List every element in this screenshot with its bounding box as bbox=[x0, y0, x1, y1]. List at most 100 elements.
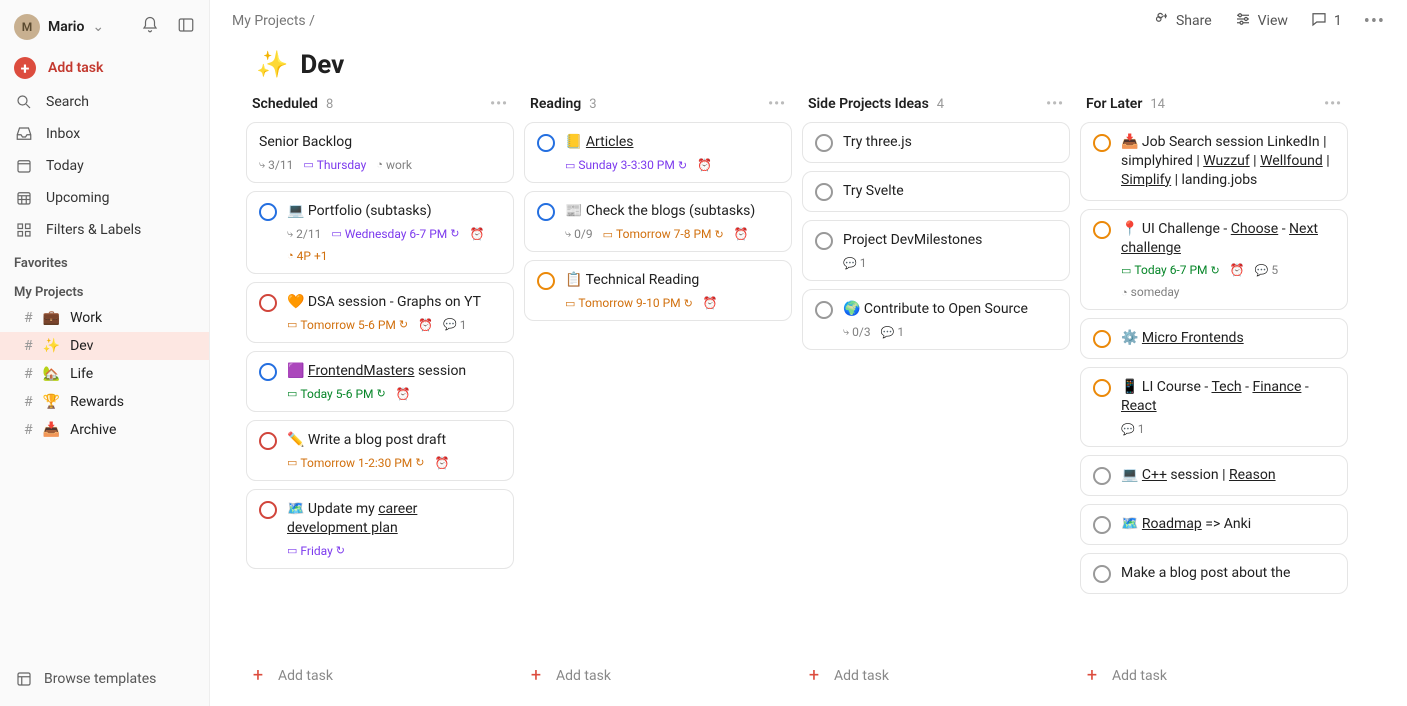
comment-count: 💬 1 bbox=[443, 318, 466, 332]
board-column: Side Projects Ideas 4 ••• Try three.js T… bbox=[802, 96, 1070, 696]
task-checkbox[interactable] bbox=[259, 501, 277, 519]
add-task-in-column[interactable]: + Add task bbox=[1080, 655, 1348, 696]
nav-today[interactable]: Today bbox=[0, 150, 209, 182]
task-checkbox[interactable] bbox=[1093, 467, 1111, 485]
task-checkbox[interactable] bbox=[815, 301, 833, 319]
task-checkbox[interactable] bbox=[1093, 134, 1111, 152]
task-card[interactable]: ✏️ Write a blog post draft ▭ Tomorrow 1-… bbox=[246, 420, 514, 481]
browse-templates[interactable]: Browse templates bbox=[0, 660, 209, 698]
bell-icon[interactable] bbox=[141, 16, 159, 38]
hash-icon: # bbox=[24, 366, 33, 382]
task-checkbox[interactable] bbox=[815, 134, 833, 152]
add-task-in-column[interactable]: + Add task bbox=[246, 655, 514, 696]
task-card[interactable]: 📰 Check the blogs (subtasks) ⤷0/9▭ Tomor… bbox=[524, 191, 792, 252]
task-card[interactable]: ⚙️ Micro Frontends bbox=[1080, 318, 1348, 359]
view-button[interactable]: View bbox=[1234, 10, 1288, 32]
task-card[interactable]: 📱 LI Course - Tech - Finance - React 💬 1 bbox=[1080, 367, 1348, 447]
task-title: 📒 Articles bbox=[565, 133, 634, 152]
task-checkbox[interactable] bbox=[537, 272, 555, 290]
task-card[interactable]: Try three.js bbox=[802, 122, 1070, 163]
share-button[interactable]: Share bbox=[1152, 10, 1212, 32]
task-card[interactable]: Senior Backlog ⤷3/11▭ Thursday◔ work bbox=[246, 122, 514, 183]
task-meta: ▭ Today 6-7 PM ↻⏰💬 5◔ someday bbox=[1093, 263, 1335, 299]
plus-icon: + bbox=[528, 665, 544, 686]
task-checkbox[interactable] bbox=[815, 232, 833, 250]
column-menu[interactable]: ••• bbox=[768, 96, 786, 112]
project-name: Archive bbox=[70, 422, 116, 438]
task-meta: ▭ Today 5-6 PM ↻⏰ bbox=[259, 387, 501, 401]
task-card[interactable]: 🗺️ Update my career development plan ▭ F… bbox=[246, 489, 514, 569]
task-meta: ⤷0/3💬 1 bbox=[815, 325, 1057, 339]
task-checkbox[interactable] bbox=[259, 363, 277, 381]
page-title[interactable]: Dev bbox=[300, 50, 344, 80]
breadcrumb[interactable]: My Projects / bbox=[232, 13, 315, 29]
nav-label: Today bbox=[46, 158, 84, 174]
nav-upcoming[interactable]: Upcoming bbox=[0, 182, 209, 214]
favorites-header[interactable]: Favorites bbox=[0, 246, 209, 275]
task-card[interactable]: Make a blog post about the bbox=[1080, 553, 1348, 594]
project-item[interactable]: #🏆 Rewards bbox=[0, 388, 209, 416]
reminder-icon: ⏰ bbox=[435, 456, 450, 470]
project-name: Life bbox=[70, 366, 93, 382]
project-item[interactable]: #✨ Dev bbox=[0, 332, 209, 360]
task-checkbox[interactable] bbox=[537, 134, 555, 152]
reminder-icon: ⏰ bbox=[1230, 263, 1245, 277]
project-item[interactable]: #📥 Archive bbox=[0, 416, 209, 444]
project-item[interactable]: #💼 Work bbox=[0, 304, 209, 332]
projects-header[interactable]: My Projects bbox=[0, 275, 209, 304]
column-header[interactable]: Side Projects Ideas 4 ••• bbox=[802, 96, 1070, 122]
task-card[interactable]: Try Svelte bbox=[802, 171, 1070, 212]
due-date: ▭ Tomorrow 9-10 PM ↻ bbox=[565, 296, 693, 310]
task-checkbox[interactable] bbox=[259, 432, 277, 450]
due-date: ▭ Sunday 3-3:30 PM ↻ bbox=[565, 158, 687, 172]
sidebar-toggle-icon[interactable] bbox=[177, 16, 195, 38]
nav-filters[interactable]: Filters & Labels bbox=[0, 214, 209, 246]
comments-button[interactable]: 1 bbox=[1310, 10, 1342, 32]
task-checkbox[interactable] bbox=[259, 203, 277, 221]
card-list: Try three.js Try Svelte Project DevMiles… bbox=[802, 122, 1070, 655]
template-icon bbox=[14, 670, 34, 688]
column-header[interactable]: For Later 14 ••• bbox=[1080, 96, 1348, 122]
due-date: ▭ Tomorrow 5-6 PM ↻ bbox=[287, 318, 408, 332]
reminder-icon: ⏰ bbox=[734, 227, 749, 241]
add-task-in-column[interactable]: + Add task bbox=[802, 655, 1070, 696]
task-checkbox[interactable] bbox=[1093, 565, 1111, 583]
column-header[interactable]: Reading 3 ••• bbox=[524, 96, 792, 122]
task-card[interactable]: 💻 C++ session | Reason bbox=[1080, 455, 1348, 496]
more-menu[interactable]: ••• bbox=[1364, 11, 1385, 32]
task-card[interactable]: 📒 Articles ▭ Sunday 3-3:30 PM ↻⏰ bbox=[524, 122, 792, 183]
user-menu[interactable]: M Mario ⌄ bbox=[0, 8, 209, 50]
task-card[interactable]: 🌍 Contribute to Open Source ⤷0/3💬 1 bbox=[802, 289, 1070, 350]
column-name: Reading bbox=[530, 96, 581, 112]
task-card[interactable]: 📋 Technical Reading ▭ Tomorrow 9-10 PM ↻… bbox=[524, 260, 792, 321]
task-checkbox[interactable] bbox=[1093, 330, 1111, 348]
column-menu[interactable]: ••• bbox=[1324, 96, 1342, 112]
column-menu[interactable]: ••• bbox=[1046, 96, 1064, 112]
nav-inbox[interactable]: Inbox bbox=[0, 118, 209, 150]
search-icon bbox=[14, 93, 34, 111]
plus-icon: + bbox=[14, 57, 36, 79]
task-checkbox[interactable] bbox=[1093, 221, 1111, 239]
task-card[interactable]: 🧡 DSA session - Graphs on YT ▭ Tomorrow … bbox=[246, 282, 514, 343]
add-task-in-column[interactable]: + Add task bbox=[524, 655, 792, 696]
task-checkbox[interactable] bbox=[1093, 379, 1111, 397]
nav-label: Upcoming bbox=[46, 190, 110, 206]
nav-search[interactable]: Search bbox=[0, 86, 209, 118]
task-card[interactable]: 📍 UI Challenge - Choose - Next challenge… bbox=[1080, 209, 1348, 311]
task-checkbox[interactable] bbox=[537, 203, 555, 221]
add-task-button[interactable]: + Add task bbox=[0, 50, 209, 86]
column-menu[interactable]: ••• bbox=[490, 96, 508, 112]
task-checkbox[interactable] bbox=[259, 294, 277, 312]
task-card[interactable]: Project DevMilestones 💬 1 bbox=[802, 220, 1070, 281]
user-name: Mario bbox=[48, 19, 84, 35]
task-title: 🗺️ Roadmap => Anki bbox=[1121, 515, 1251, 534]
column-header[interactable]: Scheduled 8 ••• bbox=[246, 96, 514, 122]
task-card[interactable]: 🗺️ Roadmap => Anki bbox=[1080, 504, 1348, 545]
task-checkbox[interactable] bbox=[815, 183, 833, 201]
task-card[interactable]: 🟪 FrontendMasters session ▭ Today 5-6 PM… bbox=[246, 351, 514, 412]
project-emoji: 💼 bbox=[43, 310, 60, 326]
project-item[interactable]: #🏡 Life bbox=[0, 360, 209, 388]
task-card[interactable]: 💻 Portfolio (subtasks) ⤷2/11▭ Wednesday … bbox=[246, 191, 514, 274]
task-checkbox[interactable] bbox=[1093, 516, 1111, 534]
task-card[interactable]: 📥 Job Search session LinkedIn | simplyhi… bbox=[1080, 122, 1348, 201]
